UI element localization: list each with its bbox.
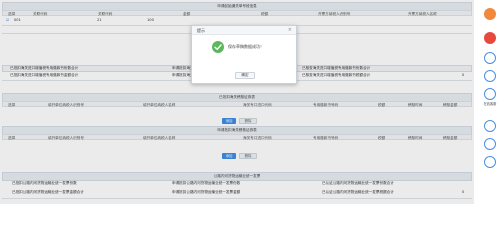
service-label: 在线客服 [483, 102, 497, 106]
print-icon[interactable] [484, 52, 496, 64]
success-dialog: 提示 × 保存草稿数据成功！ 确定 [191, 25, 297, 84]
main-form: 申请起始通关单号段信息 选择 关联代码 关联代码 金额 税额 开票方纳税人识别号… [0, 0, 474, 204]
dialog-message: 保存草稿数据成功！ [228, 44, 264, 49]
dialog-title-bar: 提示 × [192, 26, 296, 35]
help-icon[interactable] [484, 156, 496, 168]
dialog-title: 提示 [197, 28, 205, 33]
service-icon[interactable] [484, 88, 496, 100]
right-sidebar: 在线客服 [480, 0, 500, 204]
success-check-icon [212, 41, 224, 53]
ok-button[interactable]: 确定 [235, 72, 255, 79]
close-icon[interactable]: × [288, 26, 292, 35]
page: 申请起始通关单号段信息 选择 关联代码 关联代码 金额 税额 开票方纳税人识别号… [0, 0, 500, 204]
calendar-icon[interactable] [484, 70, 496, 82]
history-icon[interactable] [484, 138, 496, 150]
email-icon[interactable] [484, 8, 496, 20]
weibo-icon[interactable] [484, 32, 496, 44]
top-icon[interactable] [484, 120, 496, 132]
